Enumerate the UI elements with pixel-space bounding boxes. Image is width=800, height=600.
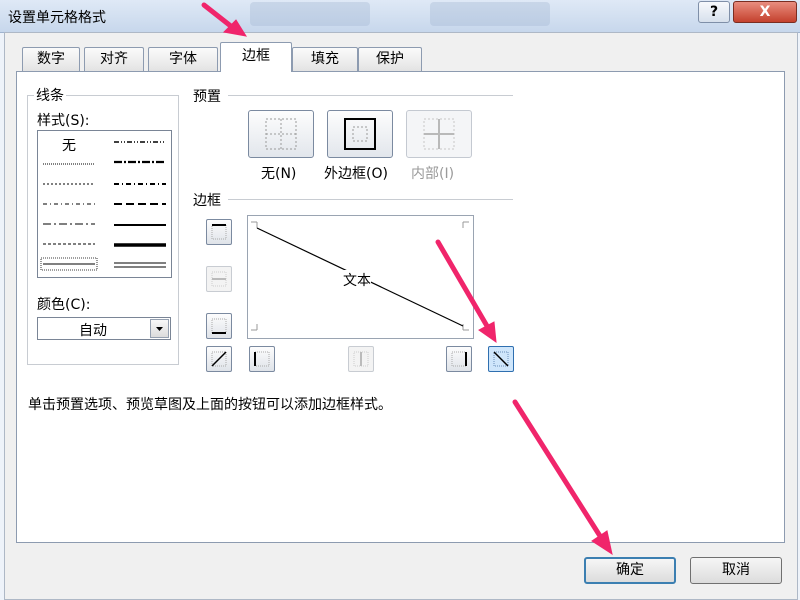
tab-protection[interactable]: 保护 bbox=[358, 47, 422, 71]
preset-inside-icon bbox=[423, 118, 455, 150]
border-left-icon bbox=[254, 351, 270, 367]
tab-font[interactable]: 字体 bbox=[148, 47, 218, 71]
border-left-button[interactable] bbox=[249, 346, 275, 372]
border-inside-horizontal-button[interactable] bbox=[206, 266, 232, 292]
tab-border[interactable]: 边框 bbox=[220, 42, 292, 72]
border-bottom-icon bbox=[211, 318, 227, 334]
line-group-label: 线条 bbox=[34, 85, 66, 105]
presets-group-label: 预置 bbox=[193, 89, 221, 105]
border-diagonal-up-icon bbox=[211, 351, 227, 367]
color-dropdown[interactable]: 自动 bbox=[37, 317, 171, 340]
close-button[interactable]: X bbox=[733, 1, 797, 23]
border-diagonal-down-button[interactable] bbox=[488, 346, 514, 372]
border-diagonal-down-icon bbox=[493, 351, 509, 367]
border-inside-horizontal-icon bbox=[211, 271, 227, 287]
preset-outline-button[interactable] bbox=[327, 110, 393, 158]
border-top-icon bbox=[211, 224, 227, 240]
chevron-down-icon[interactable] bbox=[150, 319, 169, 338]
hint-text: 单击预置选项、预览草图及上面的按钮可以添加边框样式。 bbox=[28, 397, 392, 413]
preset-none-button[interactable] bbox=[248, 110, 314, 158]
border-bottom-button[interactable] bbox=[206, 313, 232, 339]
tab-number[interactable]: 数字 bbox=[22, 47, 80, 71]
border-top-button[interactable] bbox=[206, 219, 232, 245]
border-diagonal-up-button[interactable] bbox=[206, 346, 232, 372]
preset-outline-icon bbox=[344, 118, 376, 150]
border-inside-vertical-button[interactable] bbox=[348, 346, 374, 372]
color-label: 颜色(C): bbox=[37, 297, 91, 313]
tab-fill[interactable]: 填充 bbox=[292, 47, 358, 71]
dialog-title: 设置单元格格式 bbox=[8, 10, 106, 26]
preset-none-icon bbox=[265, 118, 297, 150]
style-label: 样式(S): bbox=[37, 113, 90, 129]
presets-divider bbox=[228, 95, 513, 96]
border-inside-vertical-icon bbox=[353, 351, 369, 367]
preset-inside-label: 内部(I) bbox=[411, 166, 455, 182]
preset-outline-label: 外边框(O) bbox=[324, 166, 388, 182]
preset-inside-button[interactable] bbox=[406, 110, 472, 158]
color-dropdown-value: 自动 bbox=[79, 323, 107, 339]
tab-alignment[interactable]: 对齐 bbox=[84, 47, 144, 71]
help-button[interactable]: ? bbox=[698, 1, 730, 23]
border-preview[interactable]: 文本 bbox=[247, 215, 474, 339]
line-style-list[interactable]: 无 bbox=[37, 130, 172, 278]
border-right-icon bbox=[451, 351, 467, 367]
border-right-button[interactable] bbox=[446, 346, 472, 372]
title-bar: 设置单元格格式 ? X bbox=[0, 0, 800, 33]
cancel-button[interactable]: 取消 bbox=[690, 557, 782, 584]
title-bar-background-blur bbox=[250, 2, 370, 26]
ok-button[interactable]: 确定 bbox=[584, 557, 676, 584]
border-divider bbox=[228, 199, 513, 200]
border-group-label: 边框 bbox=[193, 193, 221, 209]
preset-none-label: 无(N) bbox=[261, 166, 297, 182]
title-bar-background-blur bbox=[430, 2, 550, 26]
line-style-samples[interactable] bbox=[38, 131, 171, 277]
preview-text: 文本 bbox=[343, 270, 371, 290]
